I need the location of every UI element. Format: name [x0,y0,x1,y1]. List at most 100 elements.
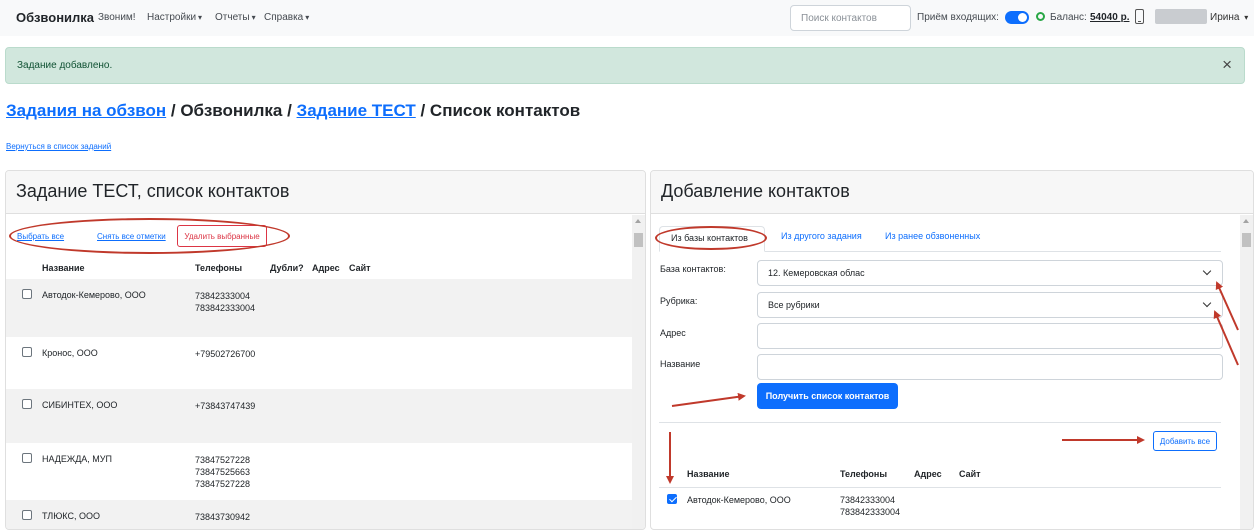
task-contacts-card: Задание ТЕСТ, список контактов Выбрать в… [5,170,646,530]
chevron-down-icon: ▾ [1244,13,1249,22]
card-header: Добавление контактов [651,171,1253,214]
name-input[interactable] [757,354,1223,380]
row-checkbox[interactable] [22,347,32,357]
nav-item-label: Справка [264,12,304,23]
get-contacts-button[interactable]: Получить список контактов [757,383,898,409]
scroll-up-icon[interactable] [635,219,641,223]
nav-item-settings[interactable]: Настройки ▾ [147,12,202,23]
card-title: Добавление контактов [661,181,850,201]
success-alert: Задание добавлено. × [5,47,1245,84]
column-header-address: Адрес [914,469,942,479]
brand-logo[interactable]: Обзвонилка [16,10,94,25]
row-checkbox[interactable] [667,494,677,504]
back-to-tasks-link[interactable]: Вернуться в список заданий [6,142,111,151]
rubric-select[interactable]: Все рубрики [757,292,1223,318]
scroll-up-icon[interactable] [1243,219,1249,223]
nav-item-call[interactable]: Звоним! [98,12,136,23]
tab-from-called-before[interactable]: Из ранее обзвоненных [885,231,980,241]
phone-number: 73847527228 [195,455,251,465]
nav-item-help[interactable]: Справка ▾ [264,12,309,23]
contact-name: Автодок-Кемерово, ООО [687,495,791,505]
breadcrumb: Задания на обзвон / Обзвонилка / Задание… [6,101,580,121]
table-header-divider [659,487,1221,488]
contact-name: СИБИНТЕХ, ООО [42,400,118,410]
scroll-thumb[interactable] [634,233,643,247]
row-checkbox[interactable] [22,510,32,520]
card-title: Задание ТЕСТ, список контактов [16,181,290,201]
chevron-down-icon: ▾ [251,13,256,22]
column-header-duplicates: Дубли? [270,263,304,273]
nav-item-label: Настройки [147,12,197,23]
online-status-icon [1036,12,1045,21]
column-header-name: Название [687,469,730,479]
nav-item-label: Звоним! [98,12,136,23]
phone-number: 783842333004 [195,303,256,313]
breadcrumb-task-link[interactable]: Задание ТЕСТ [297,101,416,120]
balance-label: Баланс: [1050,12,1087,23]
breadcrumb-current: / Список контактов [415,101,581,120]
add-contacts-card: Добавление контактов Из базы контактов И… [650,170,1254,530]
phone-number: +79502726700 [195,349,256,359]
tab-from-other-task[interactable]: Из другого задания [781,231,862,241]
chevron-down-icon: ▾ [305,13,310,22]
breadcrumb-tasks-link[interactable]: Задания на обзвон [6,101,166,120]
contact-name: ТЛЮКС, ООО [42,511,100,521]
breadcrumb-separator: / Обзвонилка / [166,101,297,120]
tab-from-contact-base[interactable]: Из базы контактов [659,226,765,252]
row-checkbox[interactable] [22,453,32,463]
nav-item-label: Отчеты [215,12,250,23]
address-input[interactable] [757,323,1223,349]
table-row: СИБИНТЕХ, ООО +73843747439 [6,389,634,443]
phone-number: 73842333004 [195,291,251,301]
table-row: Автодок-Кемерово, ООО 73842333004 7838423… [6,279,634,337]
search-input[interactable] [790,5,911,31]
incoming-calls-toggle[interactable] [1005,11,1029,24]
contact-base-value: 12. Кемеровская облас [768,268,865,278]
phone-number: 783842333004 [840,507,901,517]
contact-name: Автодок-Кемерово, ООО [42,290,146,300]
contact-phones: 73843730942 [195,511,250,523]
phone-number: +73843747439 [195,401,256,411]
row-checkbox[interactable] [22,399,32,409]
rubric-value: Все рубрики [768,300,820,310]
table-row: Кронос, ООО +79502726700 [6,337,634,389]
column-header-site: Сайт [349,263,371,273]
incoming-calls-label: Приём входящих: [917,12,999,23]
left-card-scrollbar[interactable] [632,215,645,529]
contact-name: Кронос, ООО [42,348,98,358]
contact-name: НАДЕЖДА, МУП [42,454,112,464]
add-all-button[interactable]: Добавить все [1153,431,1217,451]
user-menu[interactable]: Ирина ▾ [1210,12,1248,23]
delete-selected-button[interactable]: Удалить выбранные [177,225,267,247]
contact-base-select[interactable]: 12. Кемеровская облас [757,260,1223,286]
balance-link[interactable]: 54040 р. [1090,12,1129,23]
toggle-knob [1018,13,1027,22]
contact-phones: 73842333004 783842333004 [195,290,255,314]
address-label: Адрес [660,328,686,338]
chevron-down-icon: ▾ [198,13,203,22]
table-row: НАДЕЖДА, МУП 73847527228 73847525663 73847… [6,443,634,500]
row-checkbox[interactable] [22,289,32,299]
phone-icon[interactable] [1135,9,1144,24]
column-header-site: Сайт [959,469,981,479]
avatar [1155,9,1207,24]
right-card-scrollbar[interactable] [1240,215,1253,529]
column-header-address: Адрес [312,263,340,273]
table-row: ТЛЮКС, ООО 73843730942 [6,500,634,529]
clear-selection-link[interactable]: Снять все отметки [97,232,166,241]
top-navbar: Обзвонилка Звоним! Настройки ▾ Отчеты ▾ Сп… [0,0,1254,36]
alert-message: Задание добавлено. [17,60,113,71]
close-icon[interactable]: × [1222,55,1232,75]
select-all-link[interactable]: Выбрать все [17,232,64,241]
contact-phones: 73847527228 73847525663 73847527228 [195,454,250,490]
column-header-name: Название [42,263,85,273]
scroll-thumb[interactable] [1242,233,1251,247]
name-label: Название [660,359,701,369]
column-header-phones: Телефоны [195,263,243,273]
chevron-down-icon [1202,266,1212,276]
chevron-down-icon [1202,298,1212,308]
card-header: Задание ТЕСТ, список контактов [6,171,645,214]
contact-phones: +73843747439 [195,400,255,412]
rubric-label: Рубрика: [660,296,698,306]
nav-item-reports[interactable]: Отчеты ▾ [215,12,256,23]
